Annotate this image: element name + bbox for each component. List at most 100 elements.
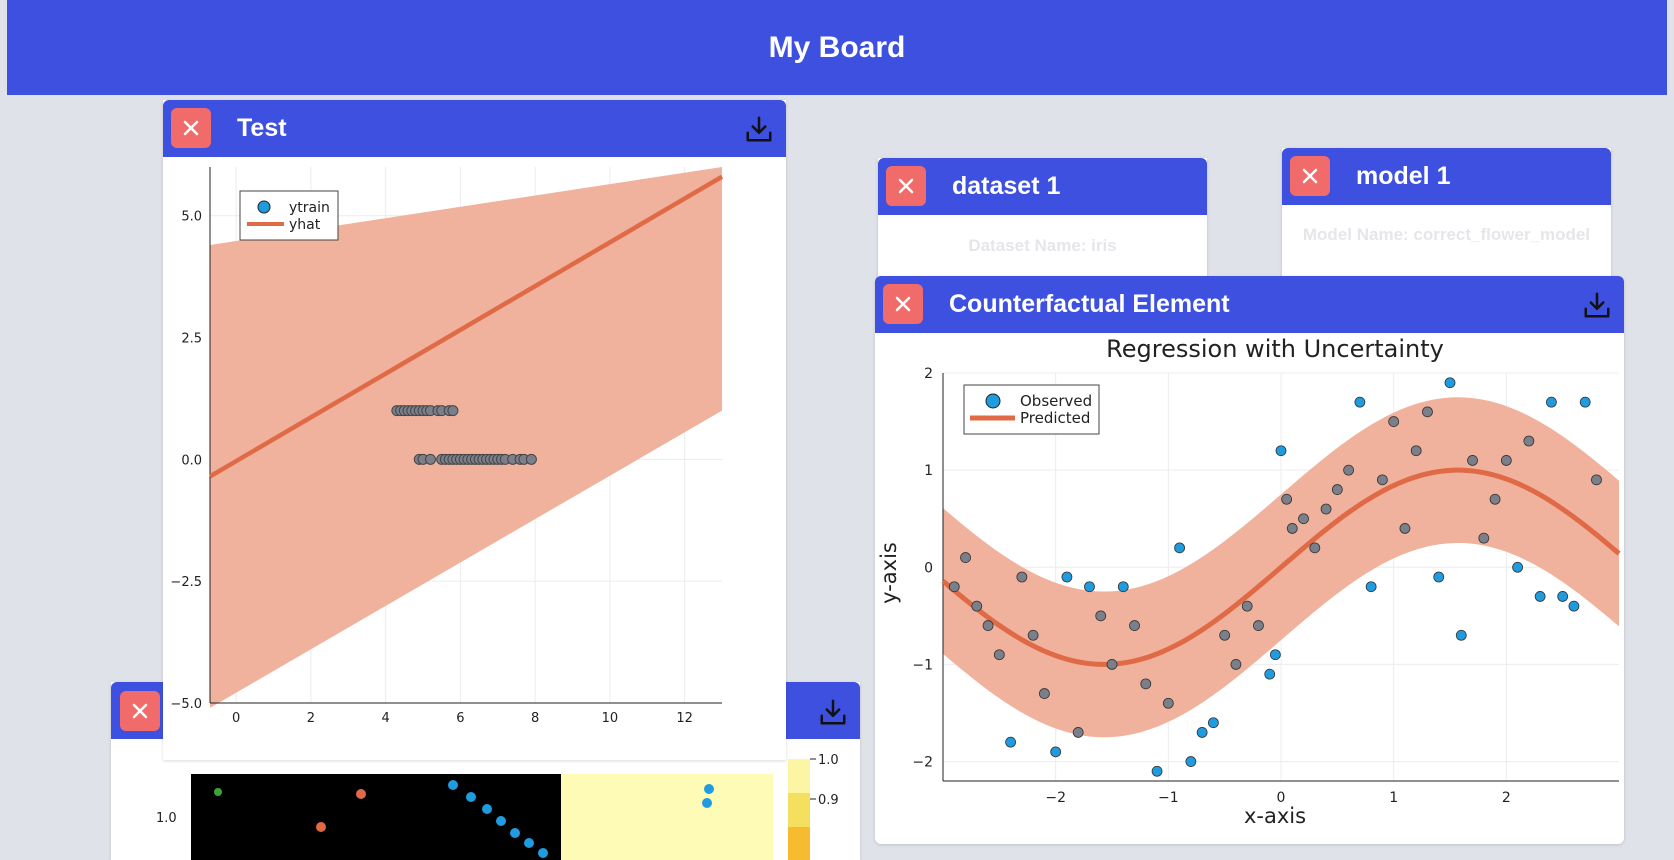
y-tick-label: 2: [924, 366, 933, 382]
x-tick-label: 0: [1277, 790, 1286, 806]
observed-point: [1129, 620, 1140, 631]
y-tick-label: 1: [924, 463, 933, 479]
heatmap-point: [316, 822, 326, 832]
observed-point: [1467, 455, 1478, 466]
y-tick-label: 5.0: [181, 210, 202, 225]
model-card: model 1 Model Name: correct_flower_model: [1282, 148, 1611, 278]
observed-point: [1500, 455, 1512, 466]
regression-chart: Regression with Uncertainty x-axis y-axi…: [877, 335, 1621, 828]
model-name: Model Name: correct_flower_model: [1302, 225, 1591, 244]
observed-point: [1095, 610, 1107, 622]
observed-point: [1005, 736, 1017, 748]
heatmap-point: [482, 804, 492, 814]
observed-point: [1061, 571, 1073, 583]
observed-point: [1027, 629, 1039, 641]
observed-point: [1410, 445, 1422, 457]
y-tick-label: 0: [924, 560, 933, 576]
observed-point: [982, 620, 994, 631]
download-icon[interactable]: [1582, 290, 1612, 320]
observed-point: [1162, 697, 1174, 709]
heatmap-point: [524, 838, 534, 848]
observed-point: [1196, 727, 1208, 738]
x-axis-label: x-axis: [1244, 804, 1306, 828]
observed-point: [1253, 620, 1264, 631]
counterfactual-card-header: Counterfactual Element: [875, 276, 1624, 333]
legend-marker: [985, 393, 1001, 409]
observed-point: [1512, 561, 1523, 573]
observed-point: [1343, 464, 1355, 476]
close-icon: [895, 296, 911, 312]
observed-point: [1568, 600, 1580, 612]
card-title: Counterfactual Element: [949, 290, 1230, 318]
observed-point: [1275, 445, 1287, 457]
heatmap-point: [448, 780, 458, 790]
uncertainty-band: [210, 167, 722, 708]
observed-point: [1281, 493, 1293, 505]
ytrain-point: [447, 405, 459, 417]
heatmap-point: [214, 788, 222, 796]
close-icon: [132, 703, 148, 719]
observed-point: [1185, 756, 1197, 767]
observed-point: [1207, 717, 1219, 729]
x-tick-label: 8: [531, 711, 539, 726]
colorbar-tick: 1.0: [818, 753, 839, 768]
observed-point: [1376, 474, 1388, 486]
dataset-card: dataset 1 Dataset Name: iris: [878, 158, 1207, 278]
observed-point: [1219, 629, 1231, 641]
observed-point: [1016, 571, 1028, 583]
legend-label: Observed: [1020, 392, 1092, 410]
observed-point: [1399, 523, 1411, 534]
x-tick-label: 2: [1502, 790, 1511, 806]
download-icon[interactable]: [818, 697, 848, 727]
observed-point: [1050, 746, 1062, 758]
legend-label: ytrain: [289, 200, 330, 216]
legend-marker: [257, 200, 271, 214]
close-button[interactable]: [883, 284, 923, 324]
dataset-card-header: dataset 1: [878, 158, 1207, 215]
heatmap-point: [496, 816, 506, 826]
card-title: Test: [237, 114, 287, 142]
observed-point: [1038, 688, 1050, 699]
observed-point: [1478, 532, 1490, 544]
close-button[interactable]: [120, 691, 160, 731]
observed-point: [1320, 503, 1332, 515]
heatmap-point: [356, 789, 366, 799]
observed-point: [1286, 523, 1298, 534]
ytrain-point: [424, 453, 436, 465]
heatmap-point: [510, 828, 520, 838]
close-icon: [1302, 168, 1318, 184]
y-tick-label: −2.5: [170, 575, 202, 590]
close-button[interactable]: [886, 166, 926, 206]
card-title: model 1: [1356, 162, 1451, 190]
counterfactual-card: Counterfactual Element Regression with U…: [875, 276, 1624, 844]
heatmap-point: [702, 798, 712, 808]
close-icon: [898, 178, 914, 194]
observed-point: [1084, 581, 1095, 593]
x-tick-label: −2: [1045, 790, 1066, 806]
observed-point: [1298, 513, 1309, 525]
observed-point: [1579, 396, 1591, 408]
x-tick-label: 0: [232, 711, 240, 726]
observed-point: [971, 600, 983, 612]
observed-point: [1444, 377, 1456, 389]
board-header: My Board: [7, 0, 1667, 95]
close-button[interactable]: [171, 108, 211, 148]
close-button[interactable]: [1290, 156, 1330, 196]
y-tick-label: −2: [912, 755, 933, 771]
observed-point: [1241, 600, 1253, 612]
observed-point: [993, 649, 1005, 661]
x-tick-label: 10: [602, 711, 619, 726]
x-tick-label: 6: [456, 711, 464, 726]
observed-point: [948, 581, 960, 593]
observed-point: [1534, 591, 1546, 602]
heatmap-y-tick: 1.0: [156, 811, 177, 826]
observed-point: [1523, 435, 1535, 447]
observed-point: [1174, 542, 1186, 554]
test-card-header: Test: [163, 100, 786, 157]
heatmap-point: [704, 784, 714, 794]
observed-point: [1140, 678, 1152, 690]
observed-point: [1591, 474, 1602, 486]
dataset-name: Dataset Name: iris: [968, 236, 1117, 255]
x-tick-label: −1: [1158, 790, 1179, 806]
download-icon[interactable]: [744, 114, 774, 144]
